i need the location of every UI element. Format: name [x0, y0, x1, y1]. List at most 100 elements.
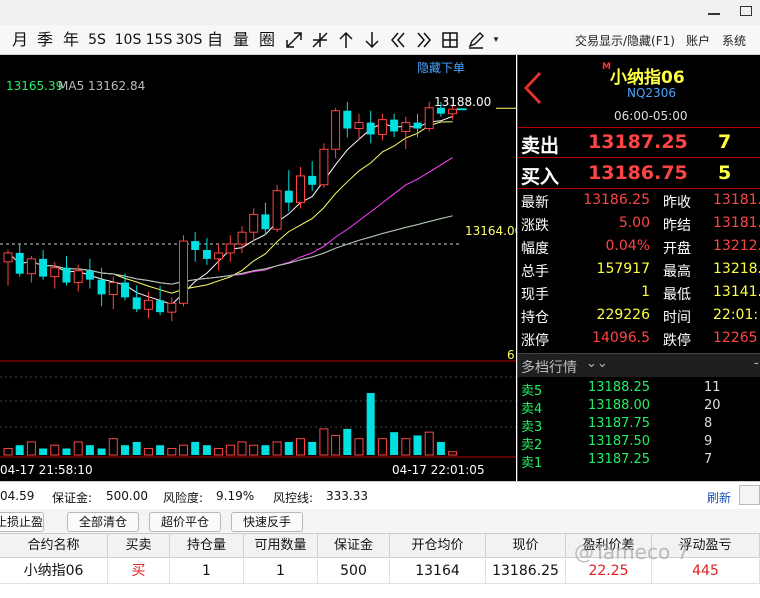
stat-label: 涨跌 — [521, 218, 549, 234]
candle-body — [26, 258, 36, 275]
position-price-label: 13164.00 — [465, 224, 516, 238]
candle-body — [179, 240, 188, 304]
available-qty-cell[interactable]: 1 — [244, 559, 318, 584]
open-avg-cell[interactable]: 13164 — [390, 559, 486, 584]
candle-body — [390, 119, 399, 132]
side-header[interactable]: 买卖 — [108, 534, 170, 558]
volume-bar — [401, 438, 411, 456]
hide-orders-link[interactable]: 隐藏下单 — [417, 59, 465, 76]
side-cell[interactable]: 买 — [108, 559, 170, 584]
candle-body — [202, 249, 211, 259]
contract-name-cell[interactable]: 小纳指06 — [0, 559, 108, 584]
ma5-readout: MA5 13162.84 — [58, 79, 146, 93]
watermark: @Tameco 7 — [574, 540, 690, 564]
scroll-right-icon[interactable] — [414, 29, 434, 51]
expand-icon[interactable] — [284, 29, 304, 51]
stat-value: 1 — [641, 284, 650, 300]
depth-title: 多档行情 — [521, 360, 577, 376]
chart-toolbar: 月 季 年 5S 10S 15S 30S 自 量 圈 ▾ 交易显示/隐藏(F1)… — [0, 25, 760, 55]
candle-body — [319, 148, 329, 186]
shrink-icon[interactable] — [310, 29, 330, 51]
draw-pen-icon[interactable] — [466, 29, 486, 51]
refresh-link[interactable]: 刷新 — [707, 489, 731, 506]
open-avg-header[interactable]: 开仓均价 — [390, 534, 486, 558]
stop-loss-take-profit-button[interactable]: 止损止盈 — [0, 512, 44, 532]
back-arrow-icon[interactable] — [522, 71, 544, 105]
volume-bar — [3, 447, 13, 456]
period-15s-button[interactable]: 15S — [145, 29, 173, 51]
volume-bar — [377, 438, 387, 456]
scroll-left-icon[interactable] — [388, 29, 408, 51]
period-month-button[interactable]: 月 — [10, 29, 30, 51]
candle-body — [62, 267, 71, 283]
draw-circle-button[interactable]: 圈 — [257, 29, 277, 51]
candle-body — [249, 213, 259, 233]
position-qty-header[interactable]: 持仓量 — [170, 534, 244, 558]
account-menu[interactable]: 账户 — [686, 32, 710, 49]
volume-bar — [424, 431, 434, 456]
quote-panel: M 小纳指06 NQ2306 06:00-05:00 卖出 13187.25 7… — [517, 55, 760, 481]
volume-button[interactable]: 量 — [231, 29, 251, 51]
candle-body — [448, 108, 458, 115]
last-price-header[interactable]: 现价 — [486, 534, 566, 558]
period-quarter-button[interactable]: 季 — [35, 29, 55, 51]
last-price-cell[interactable]: 13186.25 — [486, 559, 566, 584]
stat-label: 昨收 — [663, 195, 691, 211]
close-all-button[interactable]: 全部清仓 — [67, 512, 139, 532]
margin-header[interactable]: 保证金 — [318, 534, 390, 558]
stat-value: 13141. — [713, 284, 760, 300]
candle-body — [15, 252, 24, 274]
toggle-trade-display-menu[interactable]: 交易显示/隐藏(F1) — [575, 32, 675, 49]
window-titlebar — [0, 0, 760, 25]
stat-value: 5.00 — [618, 215, 650, 231]
stat-label: 时间 — [663, 310, 691, 326]
volume-bar — [85, 445, 94, 455]
volume-bar — [62, 448, 71, 455]
system-menu[interactable]: 系统 — [722, 32, 746, 49]
period-5s-button[interactable]: 5S — [86, 29, 108, 51]
candle-body — [156, 300, 165, 313]
candle-body — [108, 282, 118, 295]
depth-more-icon[interactable]: - — [754, 356, 759, 371]
candle-body — [343, 110, 352, 129]
stat-label: 最高 — [663, 264, 691, 280]
arrow-down-icon[interactable] — [362, 29, 382, 51]
volume-bar — [390, 432, 399, 455]
candle-body — [401, 122, 411, 132]
risk-control-value: 333.33 — [326, 489, 368, 503]
contract-name-header[interactable]: 合约名称 — [0, 534, 108, 558]
arrow-up-icon[interactable] — [336, 29, 356, 51]
candle-body — [167, 302, 177, 313]
stat-label: 最新 — [521, 195, 549, 211]
stat-label: 总手 — [521, 264, 549, 280]
minimize-icon[interactable] — [708, 6, 720, 15]
position-qty-cell[interactable]: 1 — [170, 559, 244, 584]
available-qty-header[interactable]: 可用数量 — [244, 534, 318, 558]
volume-bar — [39, 448, 48, 455]
volume-bar — [214, 447, 224, 456]
depth-side: 卖3 — [521, 420, 543, 435]
over-price-close-button[interactable]: 超价平仓 — [149, 512, 221, 532]
period-year-button[interactable]: 年 — [61, 29, 81, 51]
volume-bar — [121, 445, 129, 455]
depth-price: 13187.50 — [588, 434, 651, 449]
risk-control-label: 风控线: — [273, 491, 314, 505]
panel-toggle-button[interactable] — [739, 485, 760, 505]
maximize-icon[interactable] — [740, 6, 752, 16]
margin-cell[interactable]: 500 — [318, 559, 390, 584]
quick-reverse-button[interactable]: 快速反手 — [231, 512, 303, 532]
pen-dropdown-icon[interactable]: ▾ — [490, 29, 502, 51]
volume-bar — [249, 444, 259, 456]
volume-bar — [331, 434, 341, 456]
time-start-label: 04-17 21:58:10 — [0, 463, 93, 477]
volume-bar — [284, 441, 293, 455]
period-30s-button[interactable]: 30S — [175, 29, 203, 51]
custom-period-button[interactable]: 自 — [205, 29, 225, 51]
margin-value: 500.00 — [106, 489, 148, 503]
period-10s-button[interactable]: 10S — [114, 29, 142, 51]
candlestick-chart[interactable]: 13165.39 MA5 13162.84 隐藏下单 13188.00 1316… — [0, 55, 516, 481]
volume-bar — [167, 447, 177, 456]
grid-layout-icon[interactable] — [440, 29, 460, 51]
chart-canvas — [0, 101, 516, 458]
depth-expand-icon[interactable]: ⌄⌄ — [586, 356, 608, 371]
